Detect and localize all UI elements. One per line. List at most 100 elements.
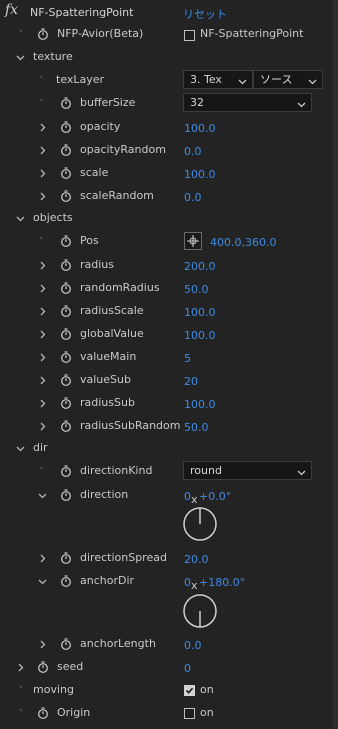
stopwatch-icon[interactable] [59,488,73,502]
checkbox[interactable] [184,685,195,696]
stopwatch-icon[interactable] [59,96,73,110]
stopwatch-icon[interactable] [59,373,73,387]
property-moving: • moving on [0,679,333,701]
chevron-right-icon[interactable] [35,419,49,433]
stopwatch-icon[interactable] [59,234,73,248]
property-label: Origin [57,706,91,719]
chevron-right-icon[interactable] [35,373,49,387]
property-value[interactable]: 0.0 [184,639,202,652]
stopwatch-icon[interactable] [59,551,73,565]
chevron-down-icon[interactable] [35,574,49,588]
stopwatch-icon[interactable] [59,637,73,651]
property-radius: radius 200.0 [0,254,333,276]
chevron-down-icon[interactable] [13,50,27,64]
stopwatch-icon[interactable] [36,706,50,720]
group-objects[interactable]: objects [0,208,333,228]
property-label: anchorDir [80,574,135,587]
stopwatch-icon[interactable] [36,660,50,674]
checkbox[interactable] [184,708,195,719]
crosshair-icon[interactable] [184,232,202,250]
property-value[interactable]: 50.0 [184,283,209,296]
chevron-down-icon[interactable] [13,211,27,225]
buffersize-dropdown[interactable]: 32 [183,93,312,112]
directionkind-dropdown[interactable]: round [183,461,312,480]
chevron-down-icon [238,74,247,91]
fx-icon[interactable]: fx [5,2,18,18]
property-label: radiusScale [80,304,144,317]
property-value[interactable]: 100.0 [184,122,216,135]
group-texture[interactable]: texture [0,47,333,67]
chevron-right-icon[interactable] [35,637,49,651]
stopwatch-icon[interactable] [59,304,73,318]
property-label: anchorLength [80,637,156,650]
stopwatch-icon[interactable] [59,258,73,272]
chevron-right-icon[interactable] [35,551,49,565]
chevron-right-icon[interactable] [35,189,49,203]
angle-value[interactable]: +0.0° [199,490,231,503]
stopwatch-icon[interactable] [59,574,73,588]
property-value[interactable]: 0 [184,662,191,675]
tree-dot: • [38,464,44,473]
property-anchorlength: anchorLength 0.0 [0,633,333,655]
property-value[interactable]: 50.0 [184,421,209,434]
tree-dot: • [18,706,24,715]
chevron-right-icon[interactable] [13,660,27,674]
source-dropdown[interactable]: ソース [253,70,323,89]
chevron-right-icon[interactable] [35,258,49,272]
stopwatch-icon[interactable] [59,327,73,341]
property-value[interactable]: 100.0 [184,306,216,319]
checkbox[interactable] [184,30,195,41]
stopwatch-icon[interactable] [59,189,73,203]
chevron-right-icon[interactable] [35,304,49,318]
group-dir[interactable]: dir [0,438,333,458]
angle-dial[interactable] [182,506,218,542]
reset-link[interactable]: リセット [183,6,227,22]
property-opacity: opacity 100.0 [0,116,333,138]
property-value[interactable]: 400.0,360.0 [210,236,276,249]
property-value[interactable]: 200.0 [184,260,216,273]
chevron-right-icon[interactable] [35,327,49,341]
property-directionspread: directionSpread 20.0 [0,547,333,569]
stopwatch-icon[interactable] [59,143,73,157]
chevron-right-icon[interactable] [35,281,49,295]
property-value[interactable]: 100.0 [184,329,216,342]
property-label: globalValue [80,327,144,340]
property-value[interactable]: 0.0 [184,145,202,158]
property-scalerandom: scaleRandom 0.0 [0,185,333,207]
chevron-right-icon[interactable] [35,143,49,157]
chevron-down-icon[interactable] [35,488,49,502]
stopwatch-icon[interactable] [59,350,73,364]
property-value[interactable]: 100.0 [184,168,216,181]
property-value[interactable]: 5 [184,352,191,365]
chevron-right-icon[interactable] [35,396,49,410]
chevron-down-icon[interactable] [13,441,27,455]
property-value[interactable]: 20 [184,375,198,388]
property-value[interactable]: 0.0 [184,191,202,204]
property-origin: • Origin on [0,702,333,724]
property-value[interactable]: 20.0 [184,553,209,566]
property-label: radiusSubRandom [80,419,181,432]
stopwatch-icon[interactable] [59,166,73,180]
dropdown-value: ソース [260,73,293,86]
stopwatch-icon[interactable] [59,281,73,295]
stopwatch-icon[interactable] [59,419,73,433]
revolutions-value[interactable]: 0 [184,576,191,589]
layer-dropdown[interactable]: 3. Tex [183,70,253,89]
property-label: seed [57,660,84,673]
property-value[interactable]: 100.0 [184,398,216,411]
revolution-separator: x [191,493,198,506]
revolutions-value[interactable]: 0 [184,490,191,503]
scrollbar[interactable] [333,0,338,729]
stopwatch-icon[interactable] [59,120,73,134]
property-label: NFP-Avior(Beta) [57,27,144,40]
chevron-right-icon[interactable] [35,350,49,364]
stopwatch-icon[interactable] [59,396,73,410]
stopwatch-icon[interactable] [59,464,73,478]
chevron-right-icon[interactable] [35,166,49,180]
checkbox-label: NF-SpatteringPoint [200,27,304,40]
angle-value[interactable]: +180.0° [199,576,245,589]
stopwatch-icon[interactable] [36,27,50,41]
chevron-right-icon[interactable] [35,120,49,134]
tree-dot: • [18,27,24,36]
angle-dial[interactable] [182,593,218,629]
